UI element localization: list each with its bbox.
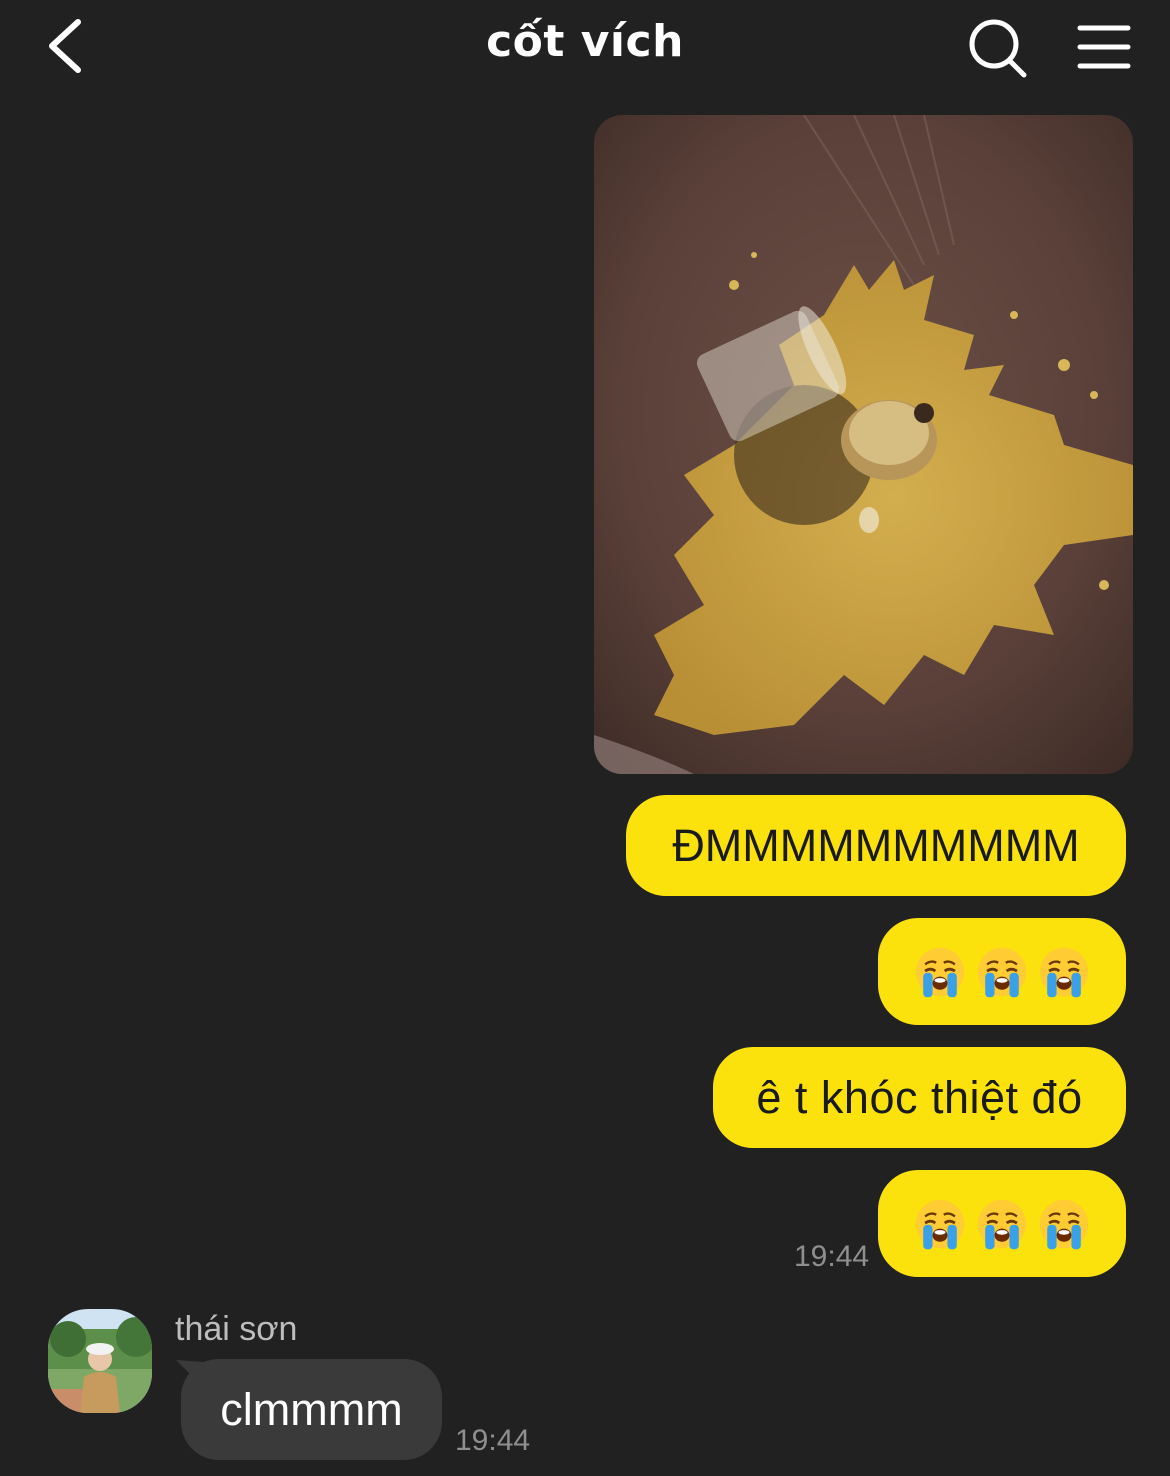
incoming-message[interactable]: clmmmm — [181, 1359, 442, 1460]
loudly-crying-face-icon — [976, 945, 1028, 999]
loudly-crying-face-icon — [976, 1197, 1028, 1251]
menu-button[interactable] — [1074, 18, 1134, 76]
message-text: ĐMMMMMMMMMM — [672, 819, 1080, 871]
photo-spilled-coffee-icon — [594, 115, 1133, 774]
sender-name: thái sơn — [175, 1310, 298, 1348]
chat-screen: cốt vích ĐMMMMMMMMMM ê t khóc thiệt đó 1… — [0, 0, 1170, 1476]
emoji-row — [912, 1196, 1092, 1252]
loudly-crying-face-icon — [914, 1197, 966, 1251]
sender-avatar[interactable] — [48, 1309, 152, 1413]
search-icon — [969, 19, 1027, 78]
outgoing-emoji-message[interactable] — [878, 1170, 1126, 1277]
message-text: ê t khóc thiệt đó — [756, 1071, 1083, 1123]
emoji-row — [912, 944, 1092, 1000]
hamburger-menu-icon — [1077, 25, 1131, 69]
search-button[interactable] — [962, 14, 1032, 80]
outgoing-emoji-message[interactable] — [878, 918, 1126, 1025]
outgoing-message[interactable]: ĐMMMMMMMMMM — [626, 795, 1126, 896]
loudly-crying-face-icon — [1038, 1197, 1090, 1251]
outgoing-message[interactable]: ê t khóc thiệt đó — [713, 1047, 1126, 1148]
loudly-crying-face-icon — [914, 945, 966, 999]
message-timestamp: 19:44 — [794, 1240, 870, 1273]
chat-header: cốt vích — [0, 0, 1170, 96]
message-text: clmmmm — [220, 1383, 403, 1435]
avatar-photo-icon — [48, 1309, 152, 1413]
message-timestamp: 19:44 — [455, 1424, 531, 1457]
loudly-crying-face-icon — [1038, 945, 1090, 999]
sent-photo[interactable] — [594, 115, 1133, 774]
